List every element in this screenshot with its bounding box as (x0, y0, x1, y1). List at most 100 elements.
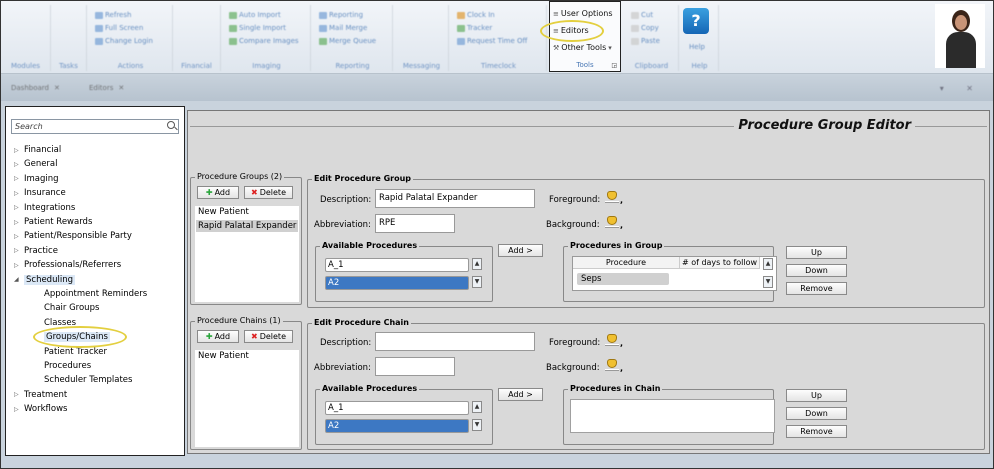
edit-procedure-chain: Edit Procedure Chain Description: Abbrev… (307, 318, 985, 450)
cut-button[interactable]: Cut (631, 11, 653, 19)
collapsed-arrow-icon[interactable]: ▷ (14, 233, 24, 240)
add-group-button[interactable]: ✚ Add (197, 186, 239, 199)
reporting-button[interactable]: Reporting (319, 11, 363, 19)
tree-item[interactable]: Scheduler Templates (44, 375, 132, 385)
remove-button[interactable]: Remove (786, 425, 847, 438)
tab-dashboard[interactable]: Dashboard ✕ (11, 84, 60, 92)
delete-chain-button[interactable]: ✖ Delete (244, 330, 293, 343)
tree-item[interactable]: ▷ Workflows (14, 404, 67, 414)
refresh-button[interactable]: Refresh (95, 11, 131, 19)
collapsed-arrow-icon[interactable]: ▷ (14, 190, 24, 197)
abbreviation-label: Abbreviation: (314, 220, 371, 230)
tree-item[interactable]: ▷ Integrations (14, 203, 75, 213)
move-down-button[interactable]: Down (786, 264, 847, 277)
tree-item[interactable]: ▷ Professionals/Referrers (14, 260, 121, 270)
help-icon[interactable]: ? (683, 8, 709, 34)
other-tools-button[interactable]: ⚒ Other Tools ▾ (553, 43, 612, 52)
paint-bucket-icon[interactable]: , (605, 334, 623, 348)
copy-button[interactable]: Copy (631, 24, 659, 32)
foreground-label: Foreground: (549, 338, 601, 348)
close-icon[interactable]: ✕ (118, 84, 124, 92)
add-procedure-button[interactable]: Add > (498, 388, 543, 401)
list-item[interactable]: New Patient (196, 206, 298, 218)
ribbon-group-tasks[interactable]: Tasks (51, 5, 87, 71)
procedure-option[interactable]: A_1 (325, 258, 469, 272)
tree-item[interactable]: ▷ Patient/Responsible Party (14, 231, 132, 241)
scroll-up-icon[interactable]: ▲ (472, 258, 482, 270)
collapsed-arrow-icon[interactable]: ▷ (14, 147, 24, 154)
procedure-option[interactable]: A2 (325, 419, 469, 433)
grid-header[interactable]: Procedure (573, 257, 680, 269)
scroll-down-icon[interactable]: ▼ (472, 419, 482, 431)
tree-item[interactable]: ▷ Financial (14, 145, 61, 155)
change-login-button[interactable]: Change Login (95, 37, 153, 45)
tree-item[interactable]: ▷ Treatment (14, 390, 67, 400)
paint-bucket-icon[interactable]: , (605, 191, 623, 205)
collapsed-arrow-icon[interactable]: ▷ (14, 219, 24, 226)
ribbon-group-modules[interactable]: Modules (1, 5, 51, 71)
abbreviation-field[interactable]: RPE (375, 214, 455, 233)
procedures-in-chain-list[interactable] (570, 399, 775, 433)
paint-bucket-icon[interactable]: , (605, 216, 623, 230)
description-field[interactable]: Rapid Palatal Expander (375, 189, 535, 208)
chain-description-field[interactable] (375, 332, 535, 351)
tree-item[interactable]: ▷ Imaging (14, 174, 59, 184)
procedure-option[interactable]: A2 (325, 276, 469, 290)
tree-item[interactable]: Patient Tracker (44, 347, 107, 357)
expanded-arrow-icon[interactable]: ◢ (14, 276, 24, 283)
tree-item[interactable]: Chair Groups (44, 303, 99, 313)
tree-item[interactable]: Procedures (44, 361, 91, 371)
procedure-option[interactable]: A_1 (325, 401, 469, 415)
scroll-down-icon[interactable]: ▼ (472, 276, 482, 288)
search-input[interactable]: Search (11, 119, 179, 134)
request-time-off-button[interactable]: Request Time Off (457, 37, 527, 45)
collapsed-arrow-icon[interactable]: ▷ (14, 161, 24, 168)
ribbon-group-messaging[interactable]: Messaging (395, 5, 449, 71)
scroll-up-icon[interactable]: ▲ (472, 401, 482, 413)
auto-import-button[interactable]: Auto Import (229, 11, 281, 19)
tree-item[interactable]: ▷ Patient Rewards (14, 217, 92, 227)
tree-item[interactable]: ▷ Insurance (14, 188, 66, 198)
collapsed-arrow-icon[interactable]: ▷ (14, 406, 24, 413)
collapsed-arrow-icon[interactable]: ▷ (14, 391, 24, 398)
collapsed-arrow-icon[interactable]: ▷ (14, 204, 24, 211)
full-screen-button[interactable]: Full Screen (95, 24, 143, 32)
tree-item[interactable]: ▷ Practice (14, 246, 58, 256)
list-item[interactable]: New Patient (196, 350, 298, 362)
tree-item-label: Treatment (24, 389, 68, 400)
delete-group-button[interactable]: ✖ Delete (244, 186, 293, 199)
tree-item[interactable]: Appointment Reminders (44, 289, 147, 299)
add-chain-button[interactable]: ✚ Add (197, 330, 239, 343)
move-down-button[interactable]: Down (786, 407, 847, 420)
grid-header[interactable]: # of days to follow (680, 257, 760, 269)
add-procedure-button[interactable]: Add > (498, 244, 543, 257)
paint-bucket-icon[interactable]: , (605, 359, 623, 373)
collapsed-arrow-icon[interactable]: ▷ (14, 262, 24, 269)
list-item[interactable]: Rapid Palatal Expander (196, 220, 298, 232)
chain-abbreviation-field[interactable] (375, 357, 455, 376)
table-row[interactable]: Seps (577, 273, 669, 285)
description-label: Description: (320, 338, 372, 348)
tree-item[interactable]: ◢ Scheduling (14, 274, 75, 285)
move-up-button[interactable]: Up (786, 246, 847, 259)
tree-item[interactable]: ▷ General (14, 159, 58, 169)
ribbon-group-financial[interactable]: Financial (173, 5, 221, 71)
tracker-button[interactable]: Tracker (457, 24, 492, 32)
single-import-button[interactable]: Single Import (229, 24, 286, 32)
tab-editors[interactable]: Editors ✕ (89, 84, 124, 92)
close-icon[interactable]: ✕ (54, 84, 60, 92)
move-up-button[interactable]: Up (786, 389, 847, 402)
remove-button[interactable]: Remove (786, 282, 847, 295)
collapsed-arrow-icon[interactable]: ▷ (14, 247, 24, 254)
merge-queue-button[interactable]: Merge Queue (319, 37, 376, 45)
dialog-launcher-icon[interactable]: ◲ (611, 62, 617, 69)
scroll-down-icon[interactable]: ▼ (763, 276, 773, 288)
clock-in-button[interactable]: Clock In (457, 11, 495, 19)
collapsed-arrow-icon[interactable]: ▷ (14, 175, 24, 182)
mail-merge-button[interactable]: Mail Merge (319, 24, 367, 32)
paste-button[interactable]: Paste (631, 37, 660, 45)
window-controls[interactable]: ▾ ✕ (940, 84, 983, 93)
compare-images-button[interactable]: Compare Images (229, 37, 299, 45)
user-options-button[interactable]: ≡ User Options (553, 9, 613, 18)
scroll-up-icon[interactable]: ▲ (763, 258, 773, 270)
